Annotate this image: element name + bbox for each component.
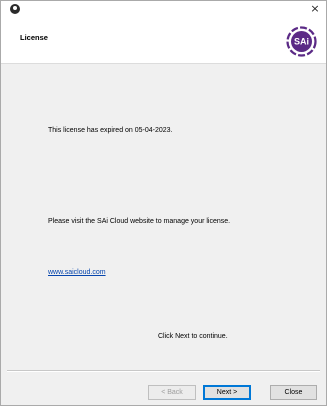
expired-message: This license has expired on 05-04-2023. bbox=[48, 127, 173, 134]
back-button[interactable]: < Back bbox=[148, 385, 196, 400]
next-button[interactable]: Next > bbox=[203, 385, 251, 400]
close-button[interactable]: Close bbox=[270, 385, 317, 400]
sai-logo: SAi bbox=[286, 26, 317, 57]
logo-text: SAi bbox=[294, 37, 309, 47]
title-bar: × bbox=[1, 1, 326, 17]
page-title: License bbox=[20, 33, 48, 42]
visit-message: Please visit the SAi Cloud website to ma… bbox=[48, 218, 231, 225]
saicloud-link[interactable]: www.saicloud.com bbox=[48, 269, 106, 276]
close-icon[interactable]: × bbox=[308, 2, 322, 15]
license-dialog: × License SAi This license has expired o… bbox=[0, 0, 327, 406]
continue-message: Click Next to continue. bbox=[158, 333, 228, 340]
dialog-content: This license has expired on 05-04-2023. … bbox=[1, 65, 326, 370]
footer-divider bbox=[7, 370, 320, 372]
dialog-header: License SAi bbox=[1, 17, 326, 64]
app-icon bbox=[10, 4, 20, 14]
